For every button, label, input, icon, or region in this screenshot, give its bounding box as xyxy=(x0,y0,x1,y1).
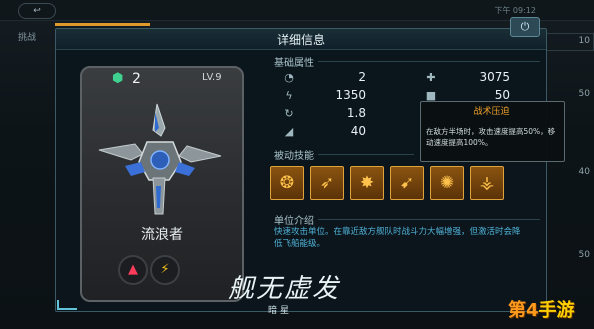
signal-icon: ◢ xyxy=(284,125,294,138)
attributes-section-title: 基础属性 xyxy=(274,58,314,69)
stat-speed: 1.8 xyxy=(346,106,366,120)
site-watermark: 第4手游 xyxy=(508,296,575,322)
intro-section-title: 单位介绍 xyxy=(274,216,314,227)
skill-4-icon[interactable]: ➹ xyxy=(390,166,424,200)
skill-3-icon[interactable]: ✸ xyxy=(350,166,384,200)
lightning-badge-icon: ⚡ xyxy=(150,255,180,285)
skills-section-title: 被动技能 xyxy=(274,151,314,162)
skill-1-icon[interactable]: ❂ xyxy=(270,166,304,200)
fleet-emblem-icon: ▲ xyxy=(118,255,148,285)
panel-header: 详细信息 xyxy=(56,29,546,50)
cost-stat-icon: ◔ xyxy=(284,71,294,84)
power-close-button[interactable]: ⏻ xyxy=(510,17,540,37)
section-divider xyxy=(318,61,540,62)
unit-cost: 2 xyxy=(132,71,141,87)
stat-armor: 50 xyxy=(494,88,510,102)
stat-health: 3075 xyxy=(479,70,510,84)
lightning-icon: ϟ xyxy=(285,89,293,102)
section-divider xyxy=(318,219,540,220)
game-logo-subtitle: 暗星 xyxy=(268,306,293,316)
tooltip-title: 战术压迫 xyxy=(473,107,510,117)
skill-5-icon[interactable]: ✺ xyxy=(430,166,464,200)
section-divider xyxy=(318,154,414,155)
unit-description: 快速攻击单位。在靠近敌方舰队时战斗力大幅增强，但激活时会降低飞船能级。 xyxy=(274,227,521,249)
stat-range: 40 xyxy=(350,124,366,138)
side-value-1: 10 xyxy=(578,36,590,46)
side-value-4: 50 xyxy=(578,250,590,260)
unit-level: LV.9 xyxy=(202,72,222,83)
health-icon: ✚ xyxy=(426,71,436,84)
corner-decoration xyxy=(57,300,77,310)
resource-bar xyxy=(55,23,150,26)
panel-title: 详细信息 xyxy=(276,33,325,47)
watermark-suffix: 手游 xyxy=(538,300,575,321)
status-time: 下午 09:12 xyxy=(494,6,536,15)
tooltip-text: 在敌方半场时，攻击速度提高50%，移动速度提高100%。 xyxy=(426,127,556,147)
side-value-3: 40 xyxy=(578,167,590,177)
stat-cost: 2 xyxy=(358,70,366,84)
watermark-prefix: 第4 xyxy=(508,300,539,321)
game-logo: 舰无虚发 xyxy=(228,274,341,304)
skill-6-icon[interactable]: ⚶ xyxy=(470,166,504,200)
back-button[interactable]: ↩ xyxy=(18,3,56,19)
unit-name: 流浪者 xyxy=(141,227,183,243)
cooldown-icon: ↻ xyxy=(284,107,294,120)
skill-2-icon[interactable]: ➶ xyxy=(310,166,344,200)
ship-icon xyxy=(98,103,222,215)
tab-challenge[interactable]: 挑战 xyxy=(18,30,56,46)
side-value-2: 50 xyxy=(578,89,590,99)
cost-icon: ⬢ xyxy=(112,71,124,86)
stat-attack: 1350 xyxy=(335,88,366,102)
